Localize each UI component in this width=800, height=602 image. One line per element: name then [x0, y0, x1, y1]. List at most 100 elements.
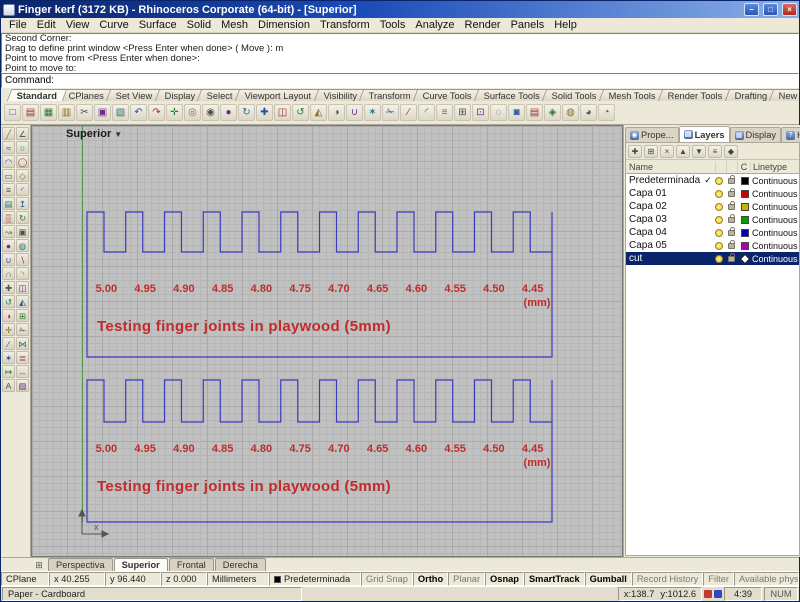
layer-lock-icon[interactable] [728, 187, 735, 197]
fillet-icon[interactable]: ◜ [418, 104, 435, 121]
toolbar-tab-new-in-v5[interactable]: New in V5 [768, 89, 799, 101]
layer-color-swatch[interactable] [741, 241, 749, 250]
boolean-union-icon[interactable]: ∪ [2, 253, 15, 266]
explode-icon[interactable]: ✶ [2, 351, 15, 364]
layer-visibility-bulb-icon[interactable] [715, 189, 723, 198]
toolbar-tab-surface-tools[interactable]: Surface Tools [473, 89, 551, 101]
layer-visibility-bulb-icon[interactable] [715, 202, 723, 211]
menu-edit[interactable]: Edit [32, 19, 61, 31]
zoom-window-icon[interactable]: ◉ [202, 104, 219, 121]
menu-render[interactable]: Render [460, 19, 506, 31]
boolean-difference-icon[interactable]: ∖ [16, 253, 29, 266]
layer-visibility-bulb-icon[interactable] [715, 176, 723, 185]
split-icon[interactable]: ∕ [2, 337, 15, 350]
toggle-planar[interactable]: Planar [448, 572, 486, 586]
menu-surface[interactable]: Surface [134, 19, 182, 31]
viewport-tab-frontal[interactable]: Frontal [168, 558, 214, 571]
cut-icon[interactable]: ✂ [76, 104, 93, 121]
move-icon[interactable]: ✚ [2, 281, 15, 294]
layer-color-swatch[interactable] [741, 215, 749, 224]
trim-icon[interactable]: ✁ [382, 104, 399, 121]
delete-layer-icon[interactable]: × [660, 144, 674, 158]
sphere-icon[interactable]: ● [2, 239, 15, 252]
redo-icon[interactable]: ↷ [148, 104, 165, 121]
y-coordinate[interactable]: y 96.440 [105, 572, 161, 586]
boolean-intersection-icon[interactable]: ∩ [2, 267, 15, 280]
join-icon[interactable]: ⋈ [16, 337, 29, 350]
toolbar-tab-transform[interactable]: Transform [359, 89, 422, 101]
rotate-view-icon[interactable]: ↻ [238, 104, 255, 121]
layer-lock-icon[interactable] [728, 174, 735, 184]
pan-view-icon[interactable]: ✛ [166, 104, 183, 121]
units-pane[interactable]: Millimeters [207, 572, 269, 586]
surface-from-curves-icon[interactable]: ▤ [2, 197, 15, 210]
viewport-title[interactable]: Superior ▼ [66, 128, 122, 140]
rotate-icon[interactable]: ↺ [2, 295, 15, 308]
menu-solid[interactable]: Solid [182, 19, 216, 31]
mirror-icon[interactable]: ◑ [2, 309, 15, 322]
column-header-name[interactable]: Name [626, 161, 716, 172]
zoom-extents-icon[interactable]: ◎ [184, 104, 201, 121]
sweep-icon[interactable]: ↝ [2, 225, 15, 238]
extrude-icon[interactable]: ↥ [16, 197, 29, 210]
toolbar-tab-solid-tools[interactable]: Solid Tools [542, 89, 608, 101]
ellipse-icon[interactable]: ◯ [16, 155, 29, 168]
zoom-selected-icon[interactable]: ● [220, 104, 237, 121]
arc-icon[interactable]: ◠ [2, 155, 15, 168]
layer-row-capa-05[interactable]: Capa 05 Continuous [626, 239, 799, 252]
layer-color-swatch[interactable] [741, 202, 749, 211]
array-icon[interactable]: ⊞ [16, 309, 29, 322]
layer-lock-icon[interactable] [728, 252, 735, 262]
panel-tab-layers[interactable]: ▤ Layers [678, 126, 730, 142]
revolve-icon[interactable]: ↻ [16, 211, 29, 224]
fillet-edge-icon[interactable]: ◝ [16, 267, 29, 280]
active-layer-pane[interactable]: Predeterminada [269, 572, 361, 586]
viewport-superior[interactable]: x Superior ▼ 5.00 4.95 4.90 4.85 4.80 4.75 4.7… [31, 125, 623, 557]
layer-dialog-icon[interactable]: ▤ [526, 104, 543, 121]
toggle-filter[interactable]: Filter [703, 572, 734, 586]
group-icon[interactable]: ⊡ [472, 104, 489, 121]
text-icon[interactable]: A [2, 379, 15, 392]
polygon-icon[interactable]: ◇ [16, 169, 29, 182]
offset-curve-icon[interactable]: ≡ [2, 183, 15, 196]
toolbar-tab-standard[interactable]: Standard [6, 89, 68, 101]
command-history[interactable]: Second Corner: Drag to define print windo… [1, 33, 799, 73]
trim-icon[interactable]: ✁ [16, 323, 29, 336]
box-icon[interactable]: ▣ [16, 225, 29, 238]
orient-icon[interactable]: ✛ [2, 323, 15, 336]
print-icon[interactable]: ▥ [58, 104, 75, 121]
rectangle-icon[interactable]: ▭ [2, 169, 15, 182]
copy-icon[interactable]: ▣ [94, 104, 111, 121]
menu-mesh[interactable]: Mesh [216, 19, 253, 31]
lock-objects-icon[interactable]: ◙ [508, 104, 525, 121]
array-icon[interactable]: ⊞ [454, 104, 471, 121]
loft-icon[interactable]: ▒ [2, 211, 15, 224]
layer-color-swatch[interactable] [741, 189, 749, 198]
join-icon[interactable]: ∪ [346, 104, 363, 121]
layer-row-capa-03[interactable]: Capa 03 Continuous [626, 213, 799, 226]
command-input[interactable] [56, 74, 795, 87]
split-icon[interactable]: ∕ [400, 104, 417, 121]
dimension-icon[interactable]: ↔ [16, 365, 29, 378]
close-button[interactable]: × [782, 3, 797, 16]
layer-tools-icon[interactable]: ◆ [724, 144, 738, 158]
layer-visibility-bulb-icon[interactable] [715, 254, 723, 263]
toolbar-tab-viewport-layout[interactable]: Viewport Layout [235, 89, 322, 101]
menu-curve[interactable]: Curve [94, 19, 133, 31]
layer-visibility-bulb-icon[interactable] [715, 215, 723, 224]
move-layer-up-icon[interactable]: ▲ [676, 144, 690, 158]
menu-analyze[interactable]: Analyze [410, 19, 459, 31]
render-icon[interactable]: ◍ [562, 104, 579, 121]
undo-icon[interactable]: ↶ [130, 104, 147, 121]
layer-color-swatch[interactable] [741, 176, 749, 185]
copy-icon[interactable]: ◫ [16, 281, 29, 294]
layer-row-capa-04[interactable]: Capa 04 Continuous [626, 226, 799, 239]
menu-tools[interactable]: Tools [375, 19, 411, 31]
layer-color-swatch[interactable] [741, 228, 749, 237]
tray-icon-blue[interactable] [714, 590, 722, 598]
save-file-icon[interactable]: ▦ [40, 104, 57, 121]
mirror-icon[interactable]: ◑ [328, 104, 345, 121]
open-file-icon[interactable]: ▤ [22, 104, 39, 121]
panel-tab-display[interactable]: ▦ Display [729, 127, 782, 142]
layer-lock-icon[interactable] [728, 239, 735, 249]
